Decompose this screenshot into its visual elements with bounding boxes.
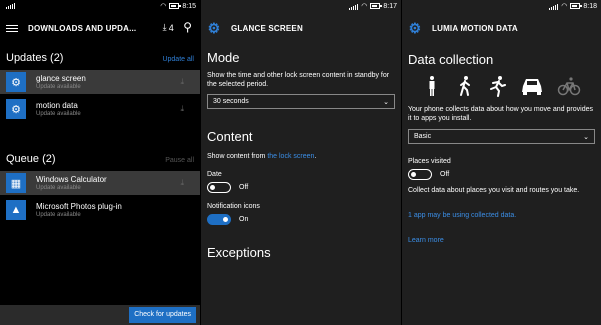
search-icon[interactable]: ⚲ (183, 20, 192, 34)
data-collection-heading: Data collection (408, 52, 494, 67)
collection-level-dropdown[interactable]: Basic ⌄ (408, 129, 595, 144)
photos-icon: ▲ (6, 200, 26, 220)
app-name: Windows Calculator (36, 174, 107, 184)
date-toggle[interactable] (207, 182, 231, 193)
mode-heading: Mode (207, 50, 240, 65)
content-text-end: . (314, 153, 317, 160)
notification-icons-toggle[interactable] (207, 214, 231, 225)
standing-icon (429, 76, 435, 96)
app-status: Update available (36, 83, 81, 90)
app-status: Update available (36, 110, 81, 117)
date-state: Off (239, 184, 249, 191)
motion-data-panel: ◠ 8:18 ⚙ LUMIA MOTION DATA Data collecti… (402, 0, 601, 325)
page-title: GLANCE SCREEN (231, 23, 303, 33)
list-item[interactable]: ⚙ motion data Update available ⤓ (0, 97, 200, 121)
wifi-icon: ◠ (561, 3, 568, 10)
clock: 8:15 (182, 2, 196, 10)
page-title: LUMIA MOTION DATA (432, 23, 518, 33)
status-bar: ◠ 8:18 (402, 0, 601, 14)
battery-icon (169, 3, 182, 9)
signal-icon (6, 2, 15, 9)
lock-screen-link[interactable]: the lock screen (267, 153, 314, 160)
content-description: Show content from the lock screen. (201, 152, 401, 161)
places-description: Collect data about places you visit and … (408, 187, 580, 194)
chevron-down-icon: ⌄ (383, 98, 389, 106)
learn-more-link[interactable]: Learn more (402, 236, 601, 245)
queue-section-header: Queue (2) Pause all (0, 153, 200, 165)
signal-icon (549, 3, 559, 10)
download-arrow-icon[interactable]: ⤓ (180, 178, 184, 188)
wifi-icon: ◠ (160, 3, 167, 10)
status-bar: ◠ 8:17 (201, 0, 401, 14)
app-name: motion data (36, 100, 78, 110)
updates-section-header: Updates (2) Update all (0, 52, 200, 64)
places-visited-toggle[interactable] (408, 169, 432, 180)
gear-icon: ⚙ (6, 99, 26, 119)
gear-icon: ⚙ (6, 72, 26, 92)
signal-icon (349, 3, 359, 10)
bicycle-icon (557, 77, 580, 96)
app-name: Microsoft Photos plug-in (36, 201, 122, 211)
notification-icons-state: On (239, 216, 249, 223)
content-text: Show content from (207, 153, 266, 160)
collection-level-value: Basic (414, 133, 432, 140)
battery-icon (570, 3, 583, 9)
list-item[interactable]: ▲ Microsoft Photos plug-in Update availa… (0, 198, 200, 222)
pause-all-link[interactable]: Pause all (165, 157, 194, 164)
places-visited-state: Off (440, 171, 450, 178)
list-item[interactable]: ▦ Windows Calculator Update available ⤓ (0, 171, 200, 195)
download-icon: ⤓ (162, 22, 167, 32)
update-all-link[interactable]: Update all (162, 56, 194, 63)
car-icon (522, 79, 543, 95)
downloads-panel: ◠ 8:15 DOWNLOADS AND UPDA... ⤓ 4 ⚲ Updat… (0, 0, 200, 325)
wifi-icon: ◠ (361, 3, 368, 10)
running-icon (490, 76, 507, 97)
list-item[interactable]: ⚙ glance screen Update available ⤓ (0, 70, 200, 94)
check-for-updates-button[interactable]: Check for updates (129, 307, 196, 323)
content-heading: Content (207, 129, 253, 144)
walking-icon (459, 76, 470, 96)
download-arrow-icon[interactable]: ⤓ (180, 104, 184, 114)
download-count-button[interactable]: ⤓ 4 (163, 22, 174, 33)
hamburger-menu-icon[interactable] (6, 23, 18, 34)
clock: 8:17 (383, 2, 397, 10)
notification-icons-label: Notification icons (207, 203, 260, 210)
app-name: glance screen (36, 73, 86, 83)
bottom-app-bar: Check for updates (0, 305, 200, 325)
exceptions-heading: Exceptions (207, 245, 271, 260)
app-status: Update available (36, 184, 81, 191)
download-count: 4 (168, 22, 174, 33)
battery-icon (370, 3, 383, 9)
status-bar: ◠ 8:15 (0, 0, 200, 14)
calculator-icon: ▦ (6, 173, 26, 193)
chevron-down-icon: ⌄ (583, 133, 589, 141)
queue-heading: Queue (2) (6, 153, 56, 165)
download-arrow-icon[interactable]: ⤓ (180, 77, 184, 87)
activity-icons (402, 73, 601, 97)
glance-screen-panel: ◠ 8:17 ⚙ GLANCE SCREEN Mode Show the tim… (201, 0, 401, 325)
apps-using-data-link[interactable]: 1 app may be using collected data. (402, 211, 601, 220)
gear-icon: ⚙ (408, 20, 422, 36)
mode-description: Show the time and other lock screen cont… (207, 72, 390, 88)
data-collection-description: Your phone collects data about how you m… (408, 106, 593, 122)
updates-heading: Updates (2) (6, 52, 64, 64)
mode-dropdown[interactable]: 30 seconds ⌄ (207, 94, 395, 109)
page-title: DOWNLOADS AND UPDA... (28, 23, 137, 33)
gear-icon: ⚙ (207, 20, 221, 36)
date-label: Date (207, 171, 222, 178)
app-status: Update available (36, 211, 81, 218)
places-visited-label: Places visited (408, 158, 451, 165)
clock: 8:18 (583, 2, 597, 10)
mode-value: 30 seconds (213, 98, 249, 105)
